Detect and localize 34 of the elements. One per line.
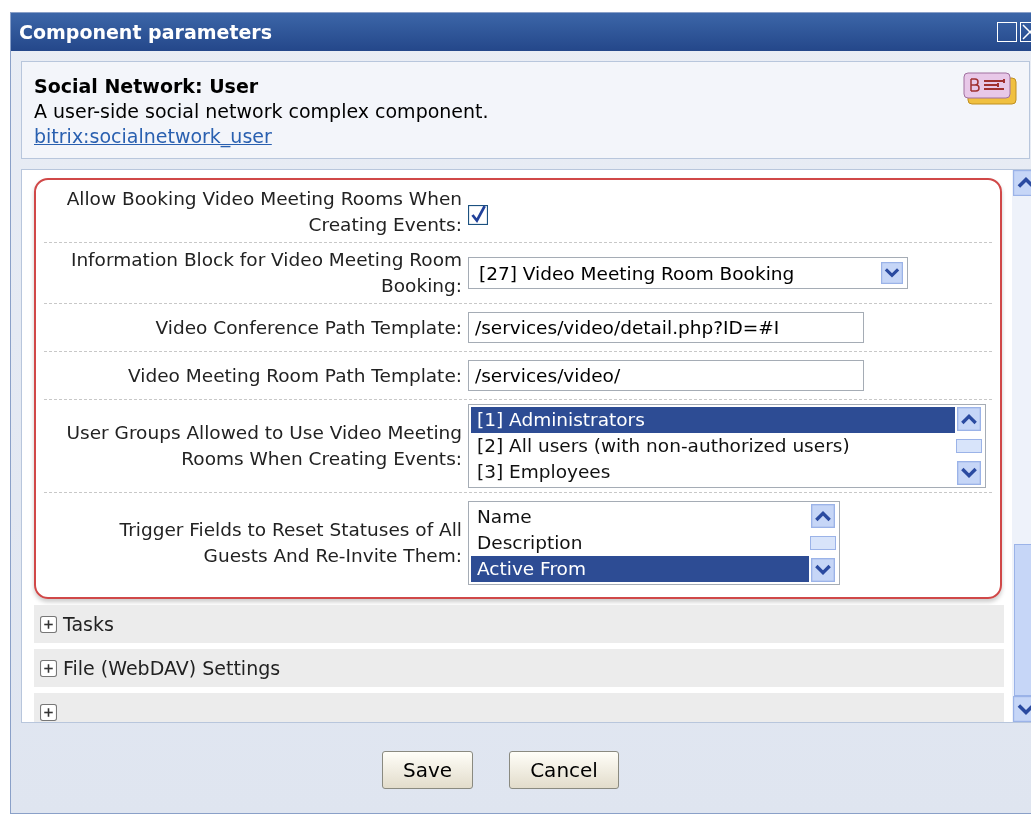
component-description: A user-side social network complex component. xyxy=(34,99,489,124)
scroll-down-icon[interactable] xyxy=(956,461,982,485)
scrollbar-thumb[interactable] xyxy=(810,536,836,550)
checkbox[interactable] xyxy=(468,205,488,225)
collapsed-section[interactable]: File (WebDAV) Settings xyxy=(34,649,1004,687)
list-option[interactable]: [1] Administrators xyxy=(471,407,955,433)
text-field[interactable]: /services/video/ xyxy=(468,360,864,391)
scroll-down-icon[interactable] xyxy=(810,558,836,582)
scrollbar-thumb[interactable] xyxy=(956,439,982,453)
list-option[interactable]: Active From xyxy=(471,556,809,582)
collapsed-section[interactable]: Tasks xyxy=(34,605,1004,643)
parameter-label: Trigger Fields to Reset Statuses of All Guests And Re-Invite Them: xyxy=(118,518,462,568)
scroll-up-icon[interactable] xyxy=(956,407,982,431)
parameter-label: Information Block for Video Meeting Room Booking: xyxy=(69,248,462,298)
maximize-button[interactable] xyxy=(997,22,1017,42)
list-option[interactable]: Description xyxy=(471,530,809,556)
scroll-up-icon[interactable] xyxy=(810,504,836,528)
parameter-label: User Groups Allowed to Use Video Meeting Rooms When Creating Events: xyxy=(65,421,462,471)
parameter-label: Video Conference Path Template: xyxy=(154,315,462,340)
list-option[interactable]: [3] Employees xyxy=(471,459,955,485)
dropdown[interactable]: [27] Video Meeting Room Booking xyxy=(468,257,908,289)
text-field[interactable]: /services/video/detail.php?ID=#I xyxy=(468,312,864,343)
list-option[interactable]: Name xyxy=(471,504,809,530)
multi-select-list[interactable]: Name Description Active From xyxy=(468,501,840,585)
list-option[interactable]: [2] All users (with non-authorized users) xyxy=(471,433,955,459)
window-title: Component parameters xyxy=(19,21,273,43)
parameter-label: Allow Booking Video Meeting Rooms When Creating Events: xyxy=(65,187,462,237)
parameter-label: Video Meeting Room Path Template: xyxy=(127,363,462,388)
dialog-button[interactable]: Save xyxy=(382,751,474,789)
component-code-link[interactable]: bitrix:socialnetwork_user xyxy=(34,124,489,149)
component-name: Social Network: User xyxy=(34,74,260,99)
dialog-button[interactable]: Cancel xyxy=(509,751,619,789)
component-icon xyxy=(963,72,1017,106)
multi-select-list[interactable]: [1] Administrators [2] All users (with non-authorized users) [3] Employees xyxy=(468,404,986,488)
